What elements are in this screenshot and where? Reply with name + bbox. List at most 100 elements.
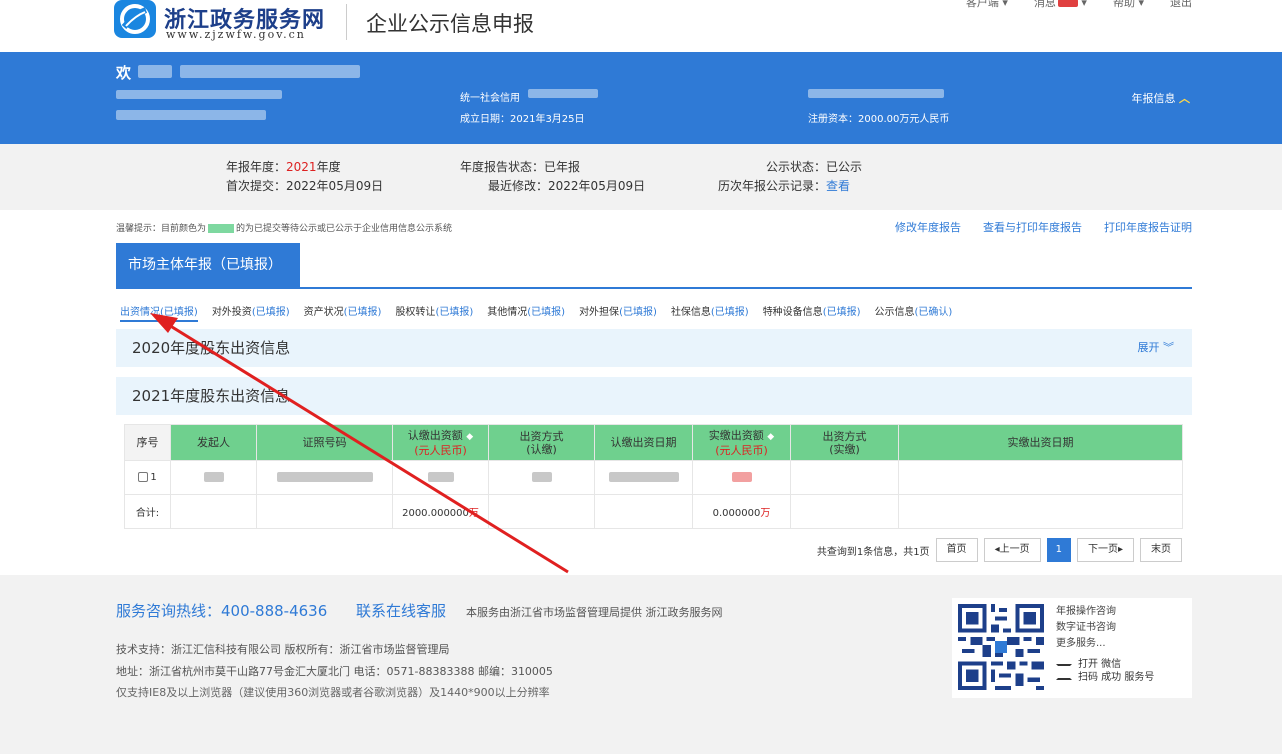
table-header-row: 序号 发起人 证照号码 认缴出资额 ◆ (元人民币) 出资方式 (认缴) 认缴出资日… xyxy=(124,424,1183,461)
top-link-logout[interactable]: 退出 xyxy=(1170,0,1192,10)
pager-summary: 共查询到1条信息，共1页 xyxy=(816,546,930,558)
subtab-public-info[interactable]: 公示信息(已确认) xyxy=(875,303,953,322)
qr-code-icon[interactable] xyxy=(958,604,1044,690)
top-link-client-label: 客户端 xyxy=(965,0,999,9)
top-link-client[interactable]: 客户端 ▾ xyxy=(966,0,1008,10)
section-2021-contribution[interactable]: 2021年度股东出资信息 xyxy=(116,377,1192,415)
subtab-external-guarantee[interactable]: 对外担保(已填报) xyxy=(579,303,657,322)
subtab-assets[interactable]: 资产状况(已填报) xyxy=(304,303,382,322)
report-status-strip: 年报年度：2021年度 首次提交：2022年05月09日 年度报告状态：已年报 … xyxy=(0,144,1282,210)
scan-line-2: 扫码 成功 服务号 xyxy=(1078,672,1155,683)
subtab-equity-transfer[interactable]: 股权转让(已填报) xyxy=(395,303,473,322)
subtab-other[interactable]: 其他情况(已填报) xyxy=(487,303,565,322)
subtab-state: (已填报) xyxy=(822,307,861,318)
logo-url: www.zjzwfw.gov.cn xyxy=(166,28,306,41)
subtab-special-equipment[interactable]: 特种设备信息(已填报) xyxy=(763,303,861,322)
col-sub-method-label: 出资方式 xyxy=(519,429,564,443)
report-actions: 修改年度报告 查看与打印年度报告 打印年度报告证明 xyxy=(895,219,1192,235)
subtab-capital-contribution[interactable]: 出资情况(已填报) xyxy=(120,303,198,322)
page-1-button[interactable]: 1 xyxy=(1046,538,1071,562)
qr-panel: 年报操作咨询 数字证书咨询 更多服务... 打开 微信 扫码 成功 服务号 xyxy=(952,598,1192,698)
next-label: 下一页 xyxy=(1087,544,1118,555)
history-view-link[interactable]: 查看 xyxy=(826,179,850,193)
last-page-button[interactable]: 末页 xyxy=(1140,538,1182,562)
top-link-messages-label: 消息 xyxy=(1033,0,1056,9)
subtab-social-security[interactable]: 社保信息(已填报) xyxy=(671,303,749,322)
scan-line-1: 打开 微信 xyxy=(1078,659,1122,670)
redacted-value xyxy=(731,472,752,482)
chevron-right-icon: ▸ xyxy=(1117,544,1123,555)
col-sub-method-sub: (认缴) xyxy=(526,442,557,456)
online-service-link[interactable]: 联系在线客服 xyxy=(356,600,446,621)
first-page-button[interactable]: 首页 xyxy=(935,538,978,562)
color-notice: 温馨提示：目前颜色为 的为已提交等待公示或已公示于企业信用信息公示系统 xyxy=(116,221,452,234)
empty-cell xyxy=(898,494,1183,529)
col-subscribed-unit: (元人民币) xyxy=(414,443,467,457)
total-subscribed-value: 2000.000000 xyxy=(402,508,469,519)
total-paid: 0.000000万 xyxy=(692,494,791,529)
col-id-no: 证照号码 xyxy=(256,424,393,461)
subtab-state: (已填报) xyxy=(160,307,198,318)
redacted-value xyxy=(608,472,679,482)
tab-underline xyxy=(116,287,1192,289)
next-page-button[interactable]: 下一页▸ xyxy=(1076,538,1134,562)
top-link-help[interactable]: 帮助 ▾ xyxy=(1113,0,1144,10)
col-sub-method: 出资方式 (认缴) xyxy=(488,424,595,461)
redacted-credit-code xyxy=(528,89,598,98)
expand-toggle[interactable]: 展开 ︾ xyxy=(1138,329,1175,367)
empty-cell xyxy=(898,460,1183,495)
row-checkbox[interactable] xyxy=(138,472,149,482)
browser-note: 仅支持IE8及以上浏览器（建议使用360浏览器或者谷歌浏览器）及1440*900… xyxy=(116,686,550,699)
chevron-up-icon: ︿ xyxy=(1179,92,1190,105)
publish-state: 公示状态：已公示 xyxy=(766,158,862,175)
redacted-cell xyxy=(256,460,393,495)
zjzwfw-logo-icon[interactable] xyxy=(114,0,156,38)
pagination: 共查询到1条信息，共1页 首页 ◂上一页 1 下一页▸ 末页 xyxy=(817,538,1182,562)
redacted-cell xyxy=(692,460,791,495)
redacted-value xyxy=(531,472,552,482)
subtab-external-investment[interactable]: 对外投资(已填报) xyxy=(212,303,290,322)
tab-market-entity-report[interactable]: 市场主体年报（已填报） xyxy=(116,243,300,287)
table-row: 1 xyxy=(124,460,1183,495)
subtab-label: 公示信息 xyxy=(874,307,915,318)
redacted-value xyxy=(276,472,373,482)
history-label: 历次年报公示记录： xyxy=(718,179,827,193)
view-print-report-link[interactable]: 查看与打印年度报告 xyxy=(983,219,1082,235)
subtab-label: 对外担保 xyxy=(579,307,620,318)
modify-report-link[interactable]: 修改年度报告 xyxy=(895,219,961,235)
empty-cell xyxy=(170,494,257,529)
page-title: 企业公示信息申报 xyxy=(366,12,534,36)
prev-page-button[interactable]: ◂上一页 xyxy=(983,538,1041,562)
subtab-label: 出资情况 xyxy=(120,307,160,318)
col-subscribed[interactable]: 认缴出资额 ◆ (元人民币) xyxy=(392,424,489,461)
subtab-label: 特种设备信息 xyxy=(762,307,823,318)
report-state: 年度报告状态：已年报 xyxy=(460,158,580,175)
report-year-suffix: 年度 xyxy=(316,160,341,174)
first-submit: 首次提交：2022年05月09日 xyxy=(226,177,383,194)
tech-support-text: 技术支持：浙江汇信科技有限公司 版权所有：浙江省市场监督管理局 xyxy=(116,643,450,656)
print-report-cert-link[interactable]: 打印年度报告证明 xyxy=(1104,219,1192,235)
sort-icon: ◆ xyxy=(767,431,775,442)
total-label: 合计: xyxy=(124,494,171,529)
subtab-state: (已填报) xyxy=(343,307,382,318)
credit-code-label: 统一社会信用 xyxy=(460,93,520,104)
redacted-name xyxy=(138,65,172,78)
redacted-value xyxy=(203,472,224,482)
sort-icon: ◆ xyxy=(466,431,474,442)
empty-cell xyxy=(594,494,693,529)
qr-service-list: 年报操作咨询 数字证书咨询 更多服务... xyxy=(1056,604,1116,652)
provider-text: 本服务由浙江省市场监督管理局提供 浙江政务服务网 xyxy=(466,606,723,619)
top-link-messages[interactable]: 消息 ▾ xyxy=(1034,0,1087,10)
history-records: 历次年报公示记录：查看 xyxy=(718,177,850,194)
subtab-state: (已填报) xyxy=(435,307,474,318)
annual-info-label: 年报信息 xyxy=(1131,92,1176,105)
publish-state-value: 已公示 xyxy=(826,160,863,174)
col-paid[interactable]: 实缴出资额 ◆ (元人民币) xyxy=(692,424,791,461)
empty-cell xyxy=(790,460,899,495)
total-paid-value: 0.000000 xyxy=(712,508,761,519)
last-modified-value: 2022年05月09日 xyxy=(548,179,646,193)
section-title: 2020年度股东出资信息 xyxy=(132,339,291,357)
col-paid-method-label: 出资方式 xyxy=(822,429,867,443)
section-2020-contribution[interactable]: 2020年度股东出资信息 展开 ︾ xyxy=(116,329,1192,367)
annual-info-toggle[interactable]: 年报信息 ︿ xyxy=(1132,90,1191,106)
